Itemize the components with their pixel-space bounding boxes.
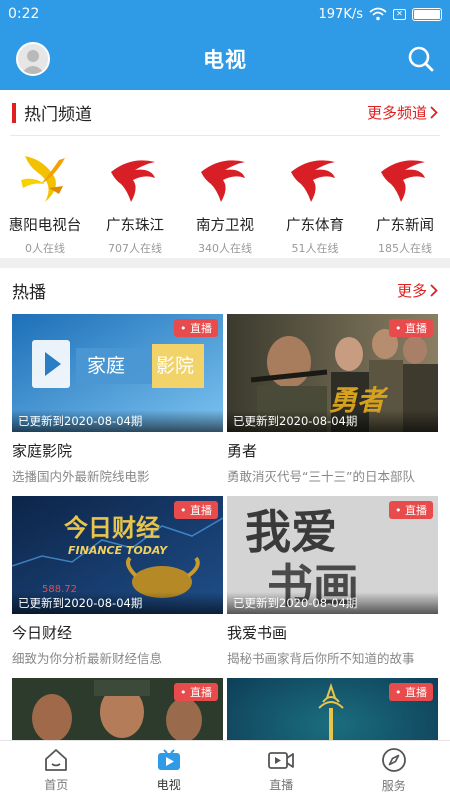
page-title: 电视 — [203, 48, 247, 72]
avatar-icon[interactable] — [16, 42, 50, 76]
tab-label: 首页 — [44, 778, 69, 792]
app-header: 电视 — [0, 28, 450, 90]
program-card-home-cinema[interactable]: 家庭 影院 • 直播 已更新到2020-08-04期 家庭影院 选播国内外最新院… — [12, 314, 223, 485]
updated-label: 已更新到2020-08-04期 — [12, 410, 223, 432]
no-sim-icon: ✕ — [393, 8, 406, 20]
channel-online-count: 185人在线 — [378, 242, 432, 255]
channel-name: 惠阳电视台 — [8, 218, 82, 234]
thumb-text: 影院 — [156, 355, 194, 377]
channel-online-count: 340人在线 — [198, 242, 252, 255]
hot-play-title: 热播 — [12, 282, 46, 303]
tab-label: 服务 — [381, 779, 406, 793]
search-icon[interactable] — [406, 44, 436, 74]
channel-guangdong-news[interactable]: 广东新闻 185人在线 — [362, 150, 448, 256]
thumb-text: FINANCE TODAY — [68, 544, 168, 557]
program-thumbnail: 今日财经 FINANCE TODAY 588.72 • 直播 已更新到2020-… — [12, 496, 223, 614]
network-speed: 197K/s — [318, 6, 364, 22]
home-icon — [45, 749, 68, 771]
hot-channels-title: 热门频道 — [12, 100, 92, 125]
tab-label: 直播 — [269, 778, 294, 792]
program-card-5[interactable]: • 直播 — [12, 678, 223, 740]
channel-guangdong-sports[interactable]: 广东体育 51人在线 — [272, 150, 358, 256]
tab-service[interactable]: 服务 — [338, 741, 450, 800]
tab-tv[interactable]: 电视 — [113, 741, 226, 800]
tab-live[interactable]: 直播 — [225, 741, 338, 800]
hot-play-more-link[interactable]: 更多 — [397, 280, 438, 301]
program-thumbnail: • 直播 — [227, 678, 438, 740]
thumb-text: 家庭 — [87, 355, 125, 377]
tv-icon — [157, 749, 180, 770]
program-subtitle: 细致为你分析最新财经信息 — [12, 651, 163, 666]
hot-play-section: 热播 更多 家庭 影院 • 直播 已更新到2020-08-04期 家庭影院 选播… — [0, 268, 450, 740]
channel-online-count: 0人在线 — [25, 242, 65, 255]
live-badge: • 直播 — [389, 683, 433, 701]
status-time: 0:22 — [8, 6, 40, 22]
program-subtitle: 勇敢消灭代号“三十三”的日本部队 — [227, 469, 415, 484]
program-subtitle: 揭秘书画家背后你所不知道的故事 — [227, 651, 415, 666]
program-card-finance-today[interactable]: 今日财经 FINANCE TODAY 588.72 • 直播 已更新到2020-… — [12, 496, 223, 667]
guangdong-tv-logo-icon — [201, 160, 245, 202]
live-badge: • 直播 — [389, 319, 433, 337]
channel-huiyang[interactable]: 惠阳电视台 0人在线 — [2, 150, 88, 256]
thumb-text: 今日财经 — [64, 514, 160, 542]
program-thumbnail: 家庭 影院 • 直播 已更新到2020-08-04期 — [12, 314, 223, 432]
program-thumbnail: 勇者 • 直播 已更新到2020-08-04期 — [227, 314, 438, 432]
guangdong-tv-logo-icon — [381, 160, 425, 202]
program-thumbnail: 我爱 书画 • 直播 已更新到2020-08-04期 — [227, 496, 438, 614]
guangdong-tv-logo-icon — [111, 160, 155, 202]
huiyang-logo-icon — [21, 156, 65, 202]
updated-label: 已更新到2020-08-04期 — [227, 410, 438, 432]
channel-online-count: 51人在线 — [291, 242, 339, 255]
thumb-text: 我爱 — [245, 505, 337, 559]
program-card-calligraphy[interactable]: 我爱 书画 • 直播 已更新到2020-08-04期 我爱书画 揭秘书画家背后你… — [227, 496, 438, 667]
bottom-tab-bar: 首页 电视 直播 服务 — [0, 740, 450, 800]
program-title: 家庭影院 — [12, 442, 73, 460]
program-title: 勇者 — [227, 442, 258, 460]
channel-nanfang[interactable]: 南方卫视 340人在线 — [182, 150, 268, 256]
program-subtitle: 选播国内外最新院线电影 — [12, 469, 150, 484]
updated-label: 已更新到2020-08-04期 — [12, 592, 223, 614]
updated-label: 已更新到2020-08-04期 — [227, 592, 438, 614]
hot-channels-section: 热门频道 更多频道 惠阳电视台 0人在线 广东珠江 707人在线 南方卫视 34… — [0, 90, 450, 258]
more-channels-link[interactable]: 更多频道 — [367, 102, 438, 123]
compass-icon — [381, 748, 406, 772]
guangdong-tv-logo-icon — [291, 160, 335, 202]
channel-name: 南方卫视 — [196, 218, 254, 234]
video-camera-icon — [268, 752, 295, 769]
program-card-6[interactable]: • 直播 — [227, 678, 438, 740]
channel-online-count: 707人在线 — [108, 242, 162, 255]
live-badge: • 直播 — [174, 501, 218, 519]
chevron-right-icon — [430, 283, 438, 297]
live-badge: • 直播 — [174, 319, 218, 337]
program-title: 我爱书画 — [227, 624, 288, 642]
live-badge: • 直播 — [174, 683, 218, 701]
channel-name: 广东珠江 — [106, 218, 164, 234]
program-card-yongzhe[interactable]: 勇者 • 直播 已更新到2020-08-04期 勇者 勇敢消灭代号“三十三”的日… — [227, 314, 438, 485]
wifi-icon — [369, 7, 387, 21]
live-badge: • 直播 — [389, 501, 433, 519]
status-bar: 0:22 197K/s ✕ — [0, 0, 450, 28]
channel-name: 广东体育 — [286, 218, 344, 234]
program-thumbnail: • 直播 — [12, 678, 223, 740]
chevron-right-icon — [430, 106, 438, 119]
channel-guangdong-zhujiang[interactable]: 广东珠江 707人在线 — [92, 150, 178, 256]
program-title: 今日财经 — [12, 624, 73, 642]
channel-name: 广东新闻 — [376, 218, 434, 234]
tab-home[interactable]: 首页 — [0, 741, 113, 800]
tab-label: 电视 — [156, 778, 181, 792]
battery-icon — [412, 7, 442, 21]
